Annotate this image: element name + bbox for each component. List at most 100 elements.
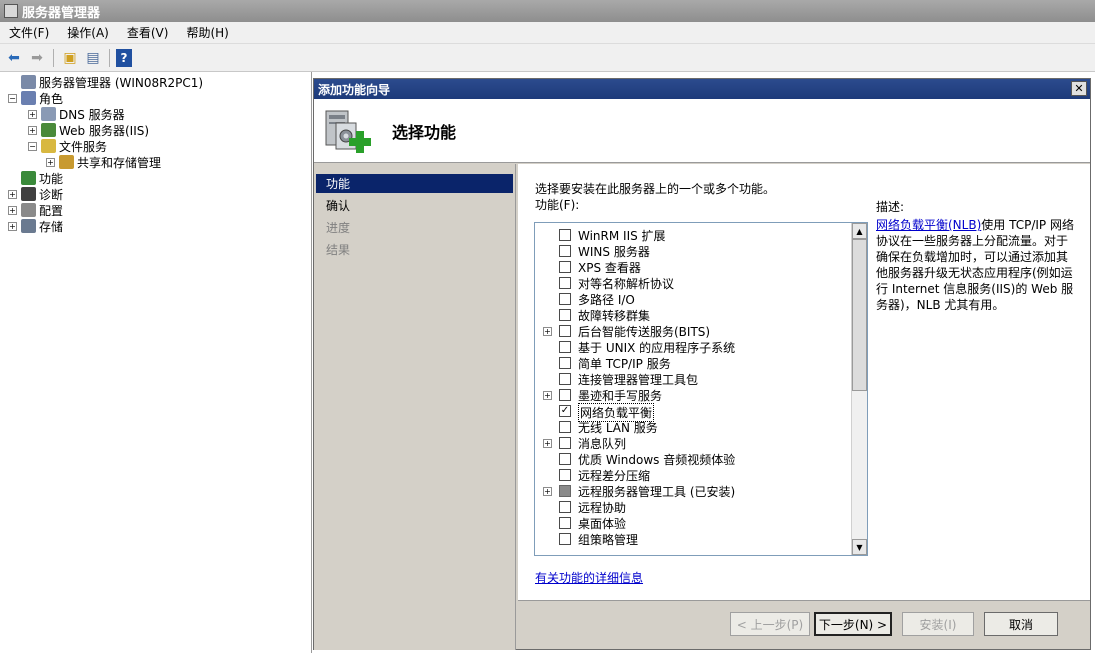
tree-item[interactable]: 功能 (8, 170, 63, 186)
expand-icon[interactable]: + (28, 109, 37, 119)
feature-checkbox[interactable] (559, 341, 571, 353)
tree-item[interactable]: + 共享和存储管理 (46, 154, 161, 170)
wizard-step[interactable]: 确认 (316, 196, 513, 215)
expand-icon[interactable]: + (8, 205, 17, 215)
feature-checkbox[interactable] (559, 501, 571, 513)
feature-checkbox[interactable] (559, 229, 571, 241)
tree-item[interactable]: + DNS 服务器 (28, 106, 125, 122)
feature-item[interactable]: + 后台智能传送服务(BITS) (535, 323, 851, 339)
install-button[interactable]: 安装(I) (902, 612, 974, 636)
feature-checkbox[interactable] (559, 405, 571, 417)
back-arrow-icon[interactable]: ⬅ (4, 48, 24, 68)
menu-file[interactable]: 文件(F) (0, 24, 58, 41)
scroll-thumb[interactable] (852, 239, 867, 391)
feature-item[interactable]: 多路径 I/O (535, 291, 851, 307)
features-scrollbar[interactable]: ▲ ▼ (851, 223, 867, 555)
menubar: 文件(F) 操作(A) 查看(V) 帮助(H) (0, 22, 1095, 44)
expand-icon[interactable]: + (46, 157, 55, 167)
tree-item[interactable]: + 诊断 (8, 186, 63, 202)
scroll-up-icon[interactable]: ▲ (852, 223, 867, 239)
feature-checkbox[interactable] (559, 389, 571, 401)
expand-icon[interactable]: + (8, 221, 17, 231)
feature-checkbox[interactable] (559, 469, 571, 481)
feature-item[interactable]: 远程协助 (535, 499, 851, 515)
feature-item[interactable]: 故障转移群集 (535, 307, 851, 323)
feature-item[interactable]: 对等名称解析协议 (535, 275, 851, 291)
collapse-icon[interactable]: − (28, 141, 37, 151)
feature-item[interactable]: 简单 TCP/IP 服务 (535, 355, 851, 371)
wizard-header: 选择功能 (314, 99, 1090, 163)
feature-item[interactable]: + 消息队列 (535, 435, 851, 451)
show-hide-tree-icon[interactable]: ▤ (83, 48, 103, 68)
up-folder-icon[interactable]: ▣ (60, 48, 80, 68)
tree-item-label: 诊断 (39, 187, 64, 202)
feature-checkbox[interactable] (559, 309, 571, 321)
window-titlebar: 服务器管理器 (0, 0, 1095, 22)
feature-label: 对等名称解析协议 (578, 277, 675, 291)
menu-view[interactable]: 查看(V) (118, 24, 178, 41)
tree-item-label: 服务器管理器 (WIN08R2PC1) (39, 75, 204, 90)
expand-icon[interactable]: + (543, 439, 552, 448)
previous-button[interactable]: < 上一步(P) (730, 612, 810, 636)
tree-item[interactable]: + 配置 (8, 202, 63, 218)
feature-item[interactable]: 网络负载平衡 (535, 403, 851, 422)
feature-checkbox[interactable] (559, 293, 571, 305)
description-text: 使用 TCP/IP 网络协议在一些服务器上分配流量。对于确保在负载增加时，可以通… (876, 218, 1074, 312)
tree-item-label: 角色 (39, 91, 64, 106)
help-icon[interactable]: ? (116, 48, 132, 67)
feature-checkbox[interactable] (559, 517, 571, 529)
features-list[interactable]: ▲ ▼ WinRM IIS 扩展 WINS 服务器 XPS 查看器对等名称解析协议多… (534, 222, 868, 556)
feature-checkbox[interactable] (559, 357, 571, 369)
feature-item[interactable]: 连接管理器管理工具包 (535, 371, 851, 387)
description-link[interactable]: 网络负载平衡(NLB) (876, 218, 981, 232)
tree-item[interactable]: − 角色 (8, 90, 63, 106)
feature-label: 连接管理器管理工具包 (578, 373, 699, 387)
feature-item[interactable]: 桌面体验 (535, 515, 851, 531)
feature-item[interactable]: 基于 UNIX 的应用程序子系统 (535, 339, 851, 355)
feature-checkbox[interactable] (559, 261, 571, 273)
feature-item[interactable]: 远程差分压缩 (535, 467, 851, 483)
expand-icon[interactable]: + (543, 327, 552, 336)
forward-arrow-icon[interactable]: ➡ (27, 48, 47, 68)
close-button[interactable]: ✕ (1071, 81, 1087, 96)
feature-checkbox[interactable] (559, 373, 571, 385)
expand-icon[interactable]: + (8, 189, 17, 199)
feature-label: 远程差分压缩 (578, 469, 651, 483)
expand-icon[interactable]: + (543, 391, 552, 400)
feature-checkbox[interactable] (559, 437, 571, 449)
next-button[interactable]: 下一步(N) > (814, 612, 892, 636)
tree-item[interactable]: + 存储 (8, 218, 63, 234)
tree-item-label: 配置 (39, 203, 64, 218)
feature-checkbox[interactable] (559, 277, 571, 289)
file-services-icon (41, 139, 56, 153)
feature-checkbox[interactable] (559, 453, 571, 465)
cancel-button[interactable]: 取消 (984, 612, 1058, 636)
feature-label: 基于 UNIX 的应用程序子系统 (578, 341, 736, 355)
feature-item[interactable]: WINS 服务器 (535, 243, 851, 259)
tree-item[interactable]: + Web 服务器(IIS) (28, 122, 149, 138)
feature-item[interactable]: 无线 LAN 服务 (535, 419, 851, 435)
expand-icon[interactable]: + (28, 125, 37, 135)
feature-checkbox[interactable] (559, 245, 571, 257)
scroll-down-icon[interactable]: ▼ (852, 539, 867, 555)
collapse-icon[interactable]: − (8, 93, 17, 103)
expand-icon[interactable]: + (543, 487, 552, 496)
feature-item[interactable]: + 墨迹和手写服务 (535, 387, 851, 403)
menu-action[interactable]: 操作(A) (58, 24, 118, 41)
menu-help[interactable]: 帮助(H) (177, 24, 237, 41)
feature-details-link[interactable]: 有关功能的详细信息 (535, 569, 643, 586)
wizard-step[interactable]: 功能 (316, 174, 513, 193)
storage-icon (21, 219, 36, 233)
feature-item[interactable]: 优质 Windows 音频视频体验 (535, 451, 851, 467)
feature-item[interactable]: WinRM IIS 扩展 (535, 227, 851, 243)
feature-item[interactable]: 组策略管理 (535, 531, 851, 547)
feature-checkbox[interactable] (559, 421, 571, 433)
feature-item[interactable]: + 远程服务器管理工具 (已安装) (535, 483, 851, 499)
feature-item[interactable]: XPS 查看器 (535, 259, 851, 275)
dialog-title: 添加功能向导 (318, 82, 391, 97)
feature-checkbox[interactable] (559, 533, 571, 545)
tree-item[interactable]: − 文件服务 (28, 138, 107, 154)
tree-item[interactable]: 服务器管理器 (WIN08R2PC1) (8, 74, 203, 90)
window-title: 服务器管理器 (22, 5, 101, 21)
feature-checkbox[interactable] (559, 325, 571, 337)
